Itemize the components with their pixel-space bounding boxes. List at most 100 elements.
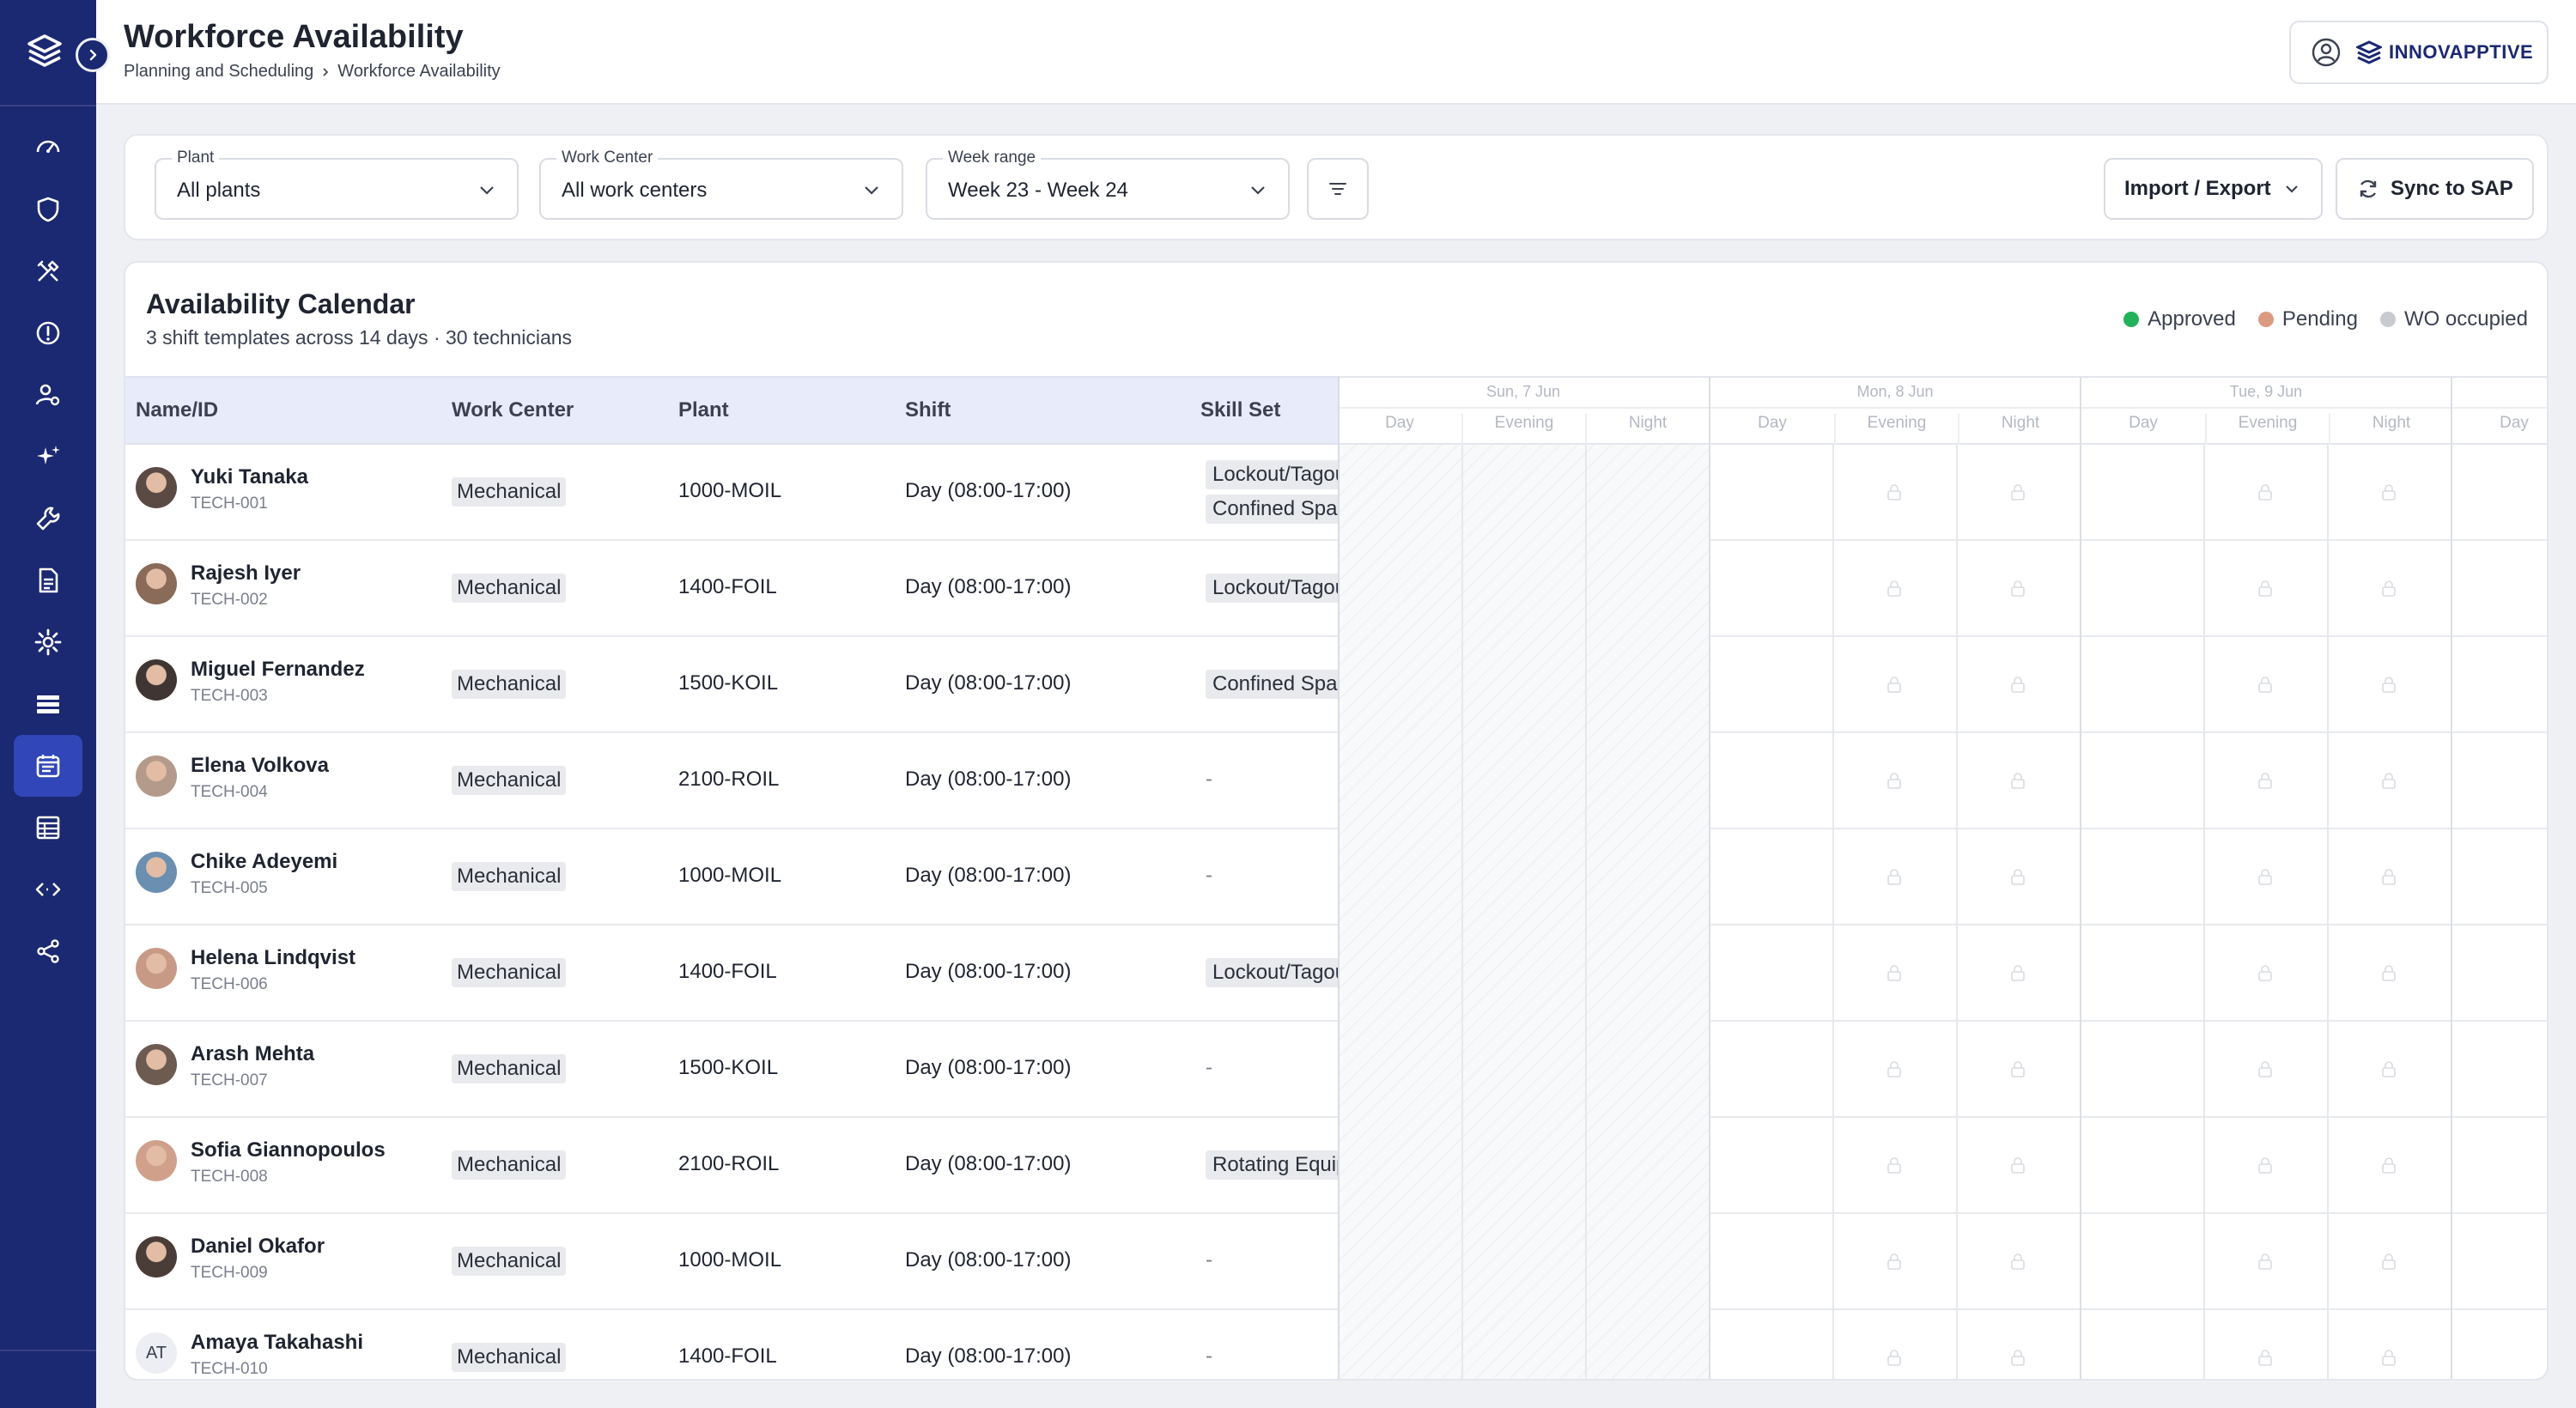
day-divider [2081,407,2451,409]
day-label: Tue, 9 Jun [2229,383,2303,400]
column-header-shift[interactable]: Shift [905,398,951,422]
user-profile-icon[interactable] [2312,38,2341,67]
lock-icon [2256,963,2275,982]
filter-button[interactable] [1307,158,1369,220]
plant-value: 1400-FOIL [678,960,777,983]
sidebar-item-wrench[interactable] [14,488,82,549]
skill-set-cell: - [1200,1310,1338,1379]
sync-to-sap-button[interactable]: Sync to SAP [2336,158,2534,220]
legend-approved: Approved [2123,307,2236,331]
skill-empty: - [1206,1344,1212,1368]
calendar-title: Availability Calendar [146,288,416,319]
column-header-skill-set[interactable]: Skill Set [1200,398,1280,422]
sidebar-item-share[interactable] [14,920,82,982]
chevron-down-icon [1251,186,1265,195]
day-header: Mon, 8 Jun Day Evening Night [1709,376,2080,445]
work-center-badge: Mechanical [452,1343,567,1372]
day-divider [1338,407,1709,409]
column-header-work-center[interactable]: Work Center [452,398,574,422]
technician-id: TECH-008 [191,1168,268,1186]
lock-icon [2379,771,2398,790]
shift-slot-label: Night [1585,414,1709,445]
shift-slot-label: Day [1385,414,1414,432]
grid-line [2203,445,2205,1379]
column-header-plant[interactable]: Plant [678,398,729,422]
skill-empty: - [1206,1056,1212,1079]
work-center-badge: Mechanical [452,574,567,603]
sidebar-item-tools[interactable] [14,240,82,302]
technician-name: Miguel Fernandez [191,658,365,681]
import-export-button[interactable]: Import / Export [2104,158,2323,220]
shift-value: Day (08:00-17:00) [905,864,1072,887]
lock-icon [2008,963,2027,982]
shift-slot-label: Night [1958,414,2081,445]
lock-icon [2008,867,2027,886]
shift-value: Day (08:00-17:00) [905,1344,1072,1368]
shift-value: Day (08:00-17:00) [905,671,1072,695]
sparkle-icon [37,446,60,464]
work-center-badge: Mechanical [452,766,567,795]
breadcrumb-item-current: Workforce Availability [337,62,501,81]
sidebar-item-calendar[interactable] [14,735,82,797]
lock-icon [2008,1059,2027,1078]
lock-icon [2008,1156,2027,1174]
skill-set-cell: Rotating Equipment [1200,1118,1338,1214]
lock-icon [2008,771,2027,790]
lock-icon [1885,1156,1904,1174]
sidebar-item-user-settings[interactable] [14,364,82,426]
breadcrumb-item-planning[interactable]: Planning and Scheduling [124,62,313,82]
lock-icon [2256,675,2275,694]
plant-select[interactable]: Plant All plants [155,149,519,220]
sidebar-item-sparkle[interactable] [14,426,82,488]
app-logo-icon[interactable] [24,31,65,72]
user-brand-box[interactable]: INNOVAPPTIVE [2289,21,2549,84]
sidebar-item-list[interactable] [14,673,82,735]
day-header: Sun, 7 Jun Day Evening Night [1338,376,1709,445]
calendar-grid [1338,445,2547,1379]
skill-set-cell: Lockout/Tagout [1200,541,1338,637]
work-center-select[interactable]: Work Center All work centers [539,149,903,220]
avatar [136,563,177,604]
sidebar-item-shield[interactable] [14,179,82,240]
legend-label: Approved [2148,307,2236,331]
skill-set-cell: Lockout/Tagout [1200,926,1338,1022]
day-divider [2452,407,2547,409]
sidebar-item-table[interactable] [14,797,82,859]
shift-slot-label: Evening [2205,414,2329,445]
week-range-select[interactable]: Week range Week 23 - Week 24 [926,149,1290,220]
technician-id: TECH-002 [191,591,268,609]
lock-icon [2256,1252,2275,1271]
lock-icon [2256,867,2275,886]
lock-icon [2379,579,2398,598]
sidebar-item-alert[interactable] [14,302,82,364]
shift-slot-label: Evening [1834,414,1958,445]
day-label: Mon, 8 Jun [1856,383,1934,400]
calendar-icon [36,755,60,778]
dashboard-icon [36,140,60,153]
lock-icon [2256,579,2275,598]
refresh-icon [2360,179,2377,198]
sidebar-item-document[interactable] [14,549,82,611]
technician-name: Sofia Giannopoulos [191,1138,386,1162]
avatar [136,948,177,989]
plant-value: 2100-ROIL [678,1152,780,1175]
status-dot-icon [2123,312,2140,327]
grid-line [1461,445,1463,1379]
sidebar-item-dashboard[interactable] [14,117,82,179]
lock-icon [2008,579,2027,598]
sidebar-item-code[interactable] [14,859,82,920]
lock-icon [2379,1252,2398,1271]
plant-value: 1400-FOIL [678,1344,777,1368]
alert-icon [36,321,60,345]
sidebar-item-gear[interactable] [14,611,82,673]
shift-value: Day (08:00-17:00) [905,1056,1072,1079]
avatar [136,467,177,508]
grid-line [2080,445,2081,1379]
filter-lines-icon [1329,183,1346,195]
list-icon [37,695,59,713]
column-header-name[interactable]: Name/ID [136,398,218,422]
legend: Approved Pending WO occupied [2123,307,2528,331]
skill-tag: Lockout/Tagout [1206,460,1338,489]
sidebar-expand-button[interactable] [76,38,110,72]
legend-label: Pending [2281,307,2358,331]
